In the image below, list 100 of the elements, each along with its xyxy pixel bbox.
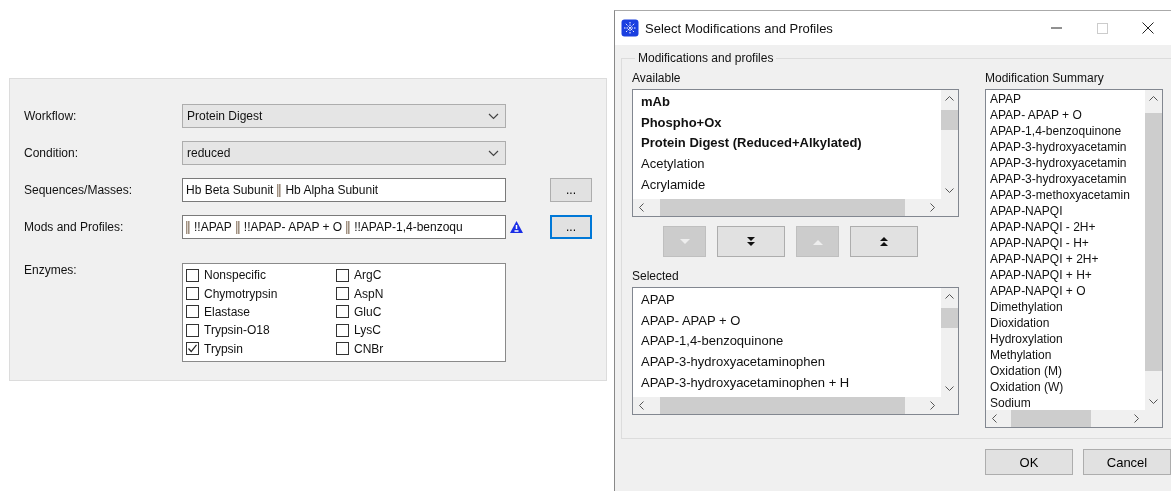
list-item[interactable]: APAP-NAPQI + H+	[990, 267, 1141, 283]
vertical-scrollbar[interactable]	[941, 288, 958, 397]
scroll-right-icon[interactable]	[1134, 414, 1139, 423]
available-list[interactable]: mAb Phospho+Ox Protein Digest (Reduced+Alkylated) Acetylation Acrylamide	[632, 89, 959, 217]
scrollbar-thumb[interactable]	[1011, 410, 1091, 427]
list-label: Available	[632, 71, 682, 87]
field-label: Enzymes:	[24, 263, 78, 277]
chevron-down-icon	[488, 149, 499, 157]
checkbox[interactable]	[336, 323, 349, 337]
checkbox-label[interactable]: Nonspecific	[204, 268, 267, 283]
list-item[interactable]: Phospho+Ox	[641, 112, 933, 134]
list-item[interactable]: APAP-3-methoxyacetamin	[990, 187, 1141, 203]
list-item[interactable]: APAP	[990, 91, 1141, 107]
minimize-icon[interactable]	[1050, 27, 1062, 29]
list-item[interactable]: APAP-NAPQI	[990, 203, 1141, 219]
checkbox[interactable]	[186, 305, 199, 319]
vertical-scrollbar[interactable]	[1145, 90, 1162, 410]
list-item[interactable]: APAP-1,4-benzoquinone	[641, 331, 933, 353]
scroll-up-icon[interactable]	[945, 294, 954, 299]
list-item[interactable]: APAP-3-hydroxyacetamin	[990, 139, 1141, 155]
checkbox-label[interactable]: AspN	[354, 286, 384, 301]
horizontal-scrollbar[interactable]	[633, 199, 941, 216]
checkbox-label[interactable]: GluC	[354, 304, 382, 319]
browse-button[interactable]: ...	[550, 178, 592, 202]
vertical-scrollbar[interactable]	[941, 90, 958, 199]
field-value: !!APAP-1,4-benzoqu	[354, 220, 463, 234]
checkbox[interactable]	[336, 342, 349, 356]
scroll-down-icon[interactable]	[1149, 399, 1158, 404]
list-item[interactable]: APAP-NAPQI - H+	[990, 235, 1141, 251]
list-item[interactable]: Hydroxylation	[990, 331, 1141, 347]
scrollbar-thumb[interactable]	[941, 110, 958, 130]
close-icon[interactable]	[1142, 22, 1154, 34]
list-item[interactable]: APAP- APAP + O	[641, 310, 933, 332]
separator-icon	[277, 183, 282, 197]
list-item[interactable]: Oxidation (M)	[990, 363, 1141, 379]
selected-list[interactable]: APAP APAP- APAP + O APAP-1,4-benzoquinone APAP-3-hydroxyacetaminophen APAP-3-hydroxyacetaminophen + H	[632, 287, 959, 415]
list-item[interactable]: APAP-3-hydroxyacetamin	[990, 171, 1141, 187]
checkbox-label[interactable]: Elastase	[204, 304, 251, 319]
checkbox[interactable]	[186, 342, 199, 356]
scroll-right-icon[interactable]	[930, 401, 935, 410]
list-item[interactable]: Acrylamide	[641, 174, 933, 196]
browse-button[interactable]: ...	[550, 215, 592, 239]
checkbox-label[interactable]: Chymotrypsin	[204, 286, 278, 301]
horizontal-scrollbar[interactable]	[986, 410, 1145, 427]
list-item[interactable]: APAP-NAPQI - 2H+	[990, 219, 1141, 235]
chevron-down-icon	[488, 112, 499, 120]
checkbox-label[interactable]: ArgC	[354, 268, 382, 283]
scrollbar-thumb[interactable]	[660, 199, 905, 216]
field-label: Mods and Profiles:	[24, 220, 125, 234]
list-item[interactable]: APAP-3-hydroxyacetaminophen	[641, 352, 933, 373]
list-item[interactable]: Sodium	[990, 395, 1141, 410]
text-field[interactable]: !!APAP !!APAP- APAP + O !!APAP-1,4-benzoqu	[182, 215, 506, 239]
snowflake-icon	[621, 19, 639, 37]
list-item[interactable]: Oxidation (W)	[990, 379, 1141, 395]
list-item[interactable]: mAb	[641, 92, 933, 113]
list-item[interactable]: Protein Digest (Reduced+Alkylated)	[641, 133, 933, 155]
checkbox[interactable]	[186, 323, 199, 337]
checkbox-label[interactable]: LysC	[354, 323, 381, 338]
checkbox[interactable]	[186, 287, 199, 301]
list-item[interactable]: APAP-1,4-benzoquinone	[990, 123, 1141, 139]
double-down-icon	[746, 236, 756, 247]
list-item[interactable]: APAP-NAPQI + 2H+	[990, 251, 1141, 267]
checkbox-label[interactable]: Trypsin-O18	[204, 323, 270, 338]
checkbox[interactable]	[336, 287, 349, 301]
summary-list[interactable]	[985, 89, 1163, 428]
scroll-right-icon[interactable]	[930, 203, 935, 212]
scroll-left-icon[interactable]	[639, 203, 644, 212]
list-item[interactable]: APAP-3-hydroxyacetaminophen + H	[641, 372, 933, 394]
scroll-left-icon[interactable]	[992, 414, 997, 423]
scroll-up-icon[interactable]	[1149, 96, 1158, 101]
field-value: !!APAP	[194, 220, 232, 234]
scroll-up-icon[interactable]	[945, 96, 954, 101]
scroll-down-icon[interactable]	[945, 188, 954, 193]
list-item[interactable]: Methylation	[990, 347, 1141, 363]
list-item[interactable]: APAP-3-hydroxyacetamin	[990, 155, 1141, 171]
scroll-down-icon[interactable]	[945, 386, 954, 391]
dropdown[interactable]: Protein Digest	[182, 104, 506, 128]
scrollbar-thumb[interactable]	[1145, 113, 1162, 371]
checkbox-label[interactable]: Trypsin	[204, 341, 243, 356]
scrollbar-thumb[interactable]	[660, 397, 905, 414]
field-label: Workflow:	[24, 109, 78, 123]
dialog-button[interactable]: OK	[985, 449, 1073, 475]
dialog-button[interactable]: Cancel	[1083, 449, 1171, 475]
scroll-left-icon[interactable]	[639, 401, 644, 410]
list-item[interactable]: APAP-NAPQI + O	[990, 283, 1141, 299]
list-item[interactable]: Dioxidation	[990, 315, 1141, 331]
text-field[interactable]: Hb Beta Subunit Hb Alpha Subunit	[182, 178, 506, 202]
triangle-down-icon	[679, 238, 690, 245]
list-item[interactable]: APAP	[641, 290, 933, 311]
scrollbar-thumb[interactable]	[941, 308, 958, 328]
dropdown[interactable]: reduced	[182, 141, 506, 165]
checkbox-label[interactable]: CNBr	[354, 341, 384, 356]
checkbox[interactable]	[186, 268, 199, 282]
separator-icon	[235, 220, 240, 234]
list-item[interactable]: Dimethylation	[990, 299, 1141, 315]
horizontal-scrollbar[interactable]	[633, 397, 941, 414]
list-item[interactable]: APAP- APAP + O	[990, 107, 1141, 123]
list-item[interactable]: Acetylation	[641, 154, 933, 175]
checkbox[interactable]	[336, 305, 349, 319]
checkbox[interactable]	[336, 268, 349, 282]
